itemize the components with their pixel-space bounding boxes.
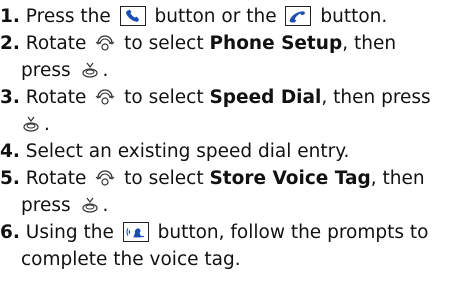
step-number: 2. [0,33,20,54]
step-3-continued: . [21,111,50,138]
step-text: Rotate [25,87,87,108]
step-text: Rotate [25,33,87,54]
menu-item-name: Speed Dial [209,87,322,108]
step-text: to select [124,168,204,189]
step-text: Using the [25,222,114,243]
menu-item-name: Phone Setup [209,33,343,54]
step-text: Press the [25,6,111,27]
phone-hangup-button-icon [285,6,312,26]
step-text: , then press [321,87,431,108]
step-text: button, follow the prompts to [157,222,429,243]
menu-item-name: Store Voice Tag [209,168,371,189]
step-text: . [102,195,109,216]
step-text: to select [124,33,204,54]
step-1: 1. Press the button or the button. [0,3,470,30]
step-4: 4. Select an existing speed dial entry. [0,138,470,165]
step-6-continued: complete the voice tag. [21,246,241,273]
instruction-steps: 1. Press the button or the button. 2. Ro… [0,0,475,308]
step-text: button or the [154,6,277,27]
rotate-knob-icon [95,87,115,105]
press-knob-icon [80,195,100,213]
step-number: 5. [0,168,20,189]
step-text: , then [342,33,397,54]
step-2: 2. Rotate to select Phone Setup, then [0,30,470,57]
step-6: 6. Using the button, follow the prompts … [0,219,470,246]
step-text: press [21,60,71,81]
step-number: 3. [0,87,20,108]
phone-pickup-button-icon [119,6,146,26]
rotate-knob-icon [95,33,115,51]
press-knob-icon [80,60,100,78]
rotate-knob-icon [95,168,115,186]
step-text: complete the voice tag. [21,249,241,270]
step-5-continued: press . [21,192,108,219]
step-text: press [21,195,71,216]
talk-button-icon [122,222,149,242]
step-text: , then [370,168,425,189]
step-text: . [102,60,109,81]
step-text: Select an existing speed dial entry. [25,141,350,162]
step-text: Rotate [25,168,87,189]
step-text: button. [320,6,388,27]
step-number: 6. [0,222,20,243]
step-3: 3. Rotate to select Speed Dial, then pre… [0,84,470,111]
step-text: to select [124,87,204,108]
press-knob-icon [21,114,41,132]
step-5: 5. Rotate to select Store Voice Tag, the… [0,165,470,192]
step-text: . [44,114,50,135]
step-2-continued: press . [21,57,108,84]
step-number: 4. [0,141,20,162]
step-number: 1. [0,6,20,27]
